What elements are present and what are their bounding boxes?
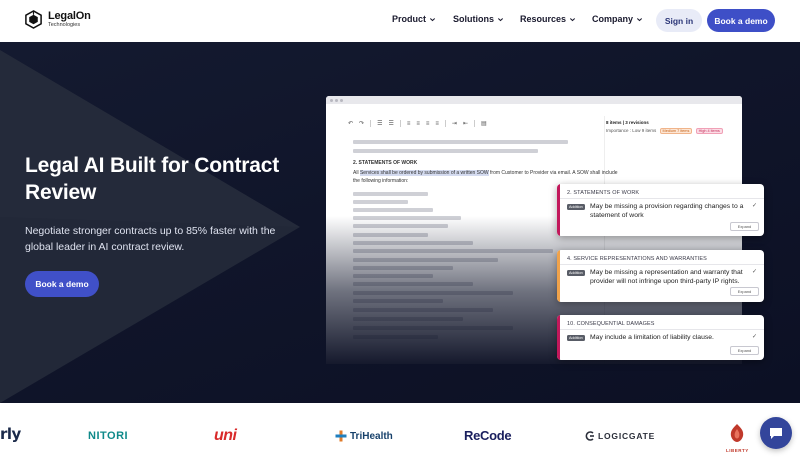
hero-title: Legal AI Built for Contract Review — [25, 154, 279, 204]
nav-company[interactable]: Company — [592, 14, 643, 24]
logo-liberty: LIBERTY — [726, 423, 749, 453]
logo-name: LegalOn — [48, 9, 91, 22]
logo-logicgate: LOGICGATE — [585, 431, 655, 441]
window-dot — [340, 98, 343, 102]
addition-badge: Addition — [567, 204, 585, 210]
window-dot — [330, 98, 333, 102]
nav-solutions[interactable]: Solutions — [453, 14, 504, 24]
logo-uni: uni — [214, 427, 237, 444]
justify-icon: ≡ — [435, 120, 439, 127]
align-right-icon: ≡ — [425, 120, 430, 127]
undo-icon: ↶ — [348, 121, 354, 127]
comment-icon: ▤ — [480, 121, 487, 127]
mock-window-bar — [326, 96, 742, 104]
logicgate-mark-icon — [585, 431, 594, 441]
nav-product-label: Product — [392, 14, 427, 24]
site-header: LegalOn Technologies Product Solutions R… — [0, 0, 800, 42]
doc-paragraph: All Services shall be ordered by submiss… — [353, 170, 618, 184]
nav-resources-label: Resources — [520, 14, 567, 24]
liberty-torch-icon — [731, 424, 744, 442]
bullet-list-icon: ☰ — [377, 121, 383, 127]
align-left-icon: ≡ — [406, 120, 411, 127]
logo-rly: rly — [0, 425, 21, 443]
addition-badge: Addition — [567, 335, 585, 341]
card-title: 10. CONSEQUENTIAL DAMAGES — [567, 321, 655, 327]
panel-filter: Importance : Low 9 items — [606, 128, 657, 133]
doc-placeholder-line — [353, 149, 538, 153]
card-text: May be missing a representation and warr… — [590, 269, 743, 285]
addition-badge: Addition — [567, 270, 585, 276]
doc-highlight: Services shall be ordered by submission … — [359, 170, 489, 176]
card-text: May include a limitation of liability cl… — [590, 334, 714, 341]
trihealth-mark-icon — [335, 430, 347, 442]
doc-placeholder-line — [353, 200, 408, 204]
doc-placeholder-line — [353, 140, 568, 144]
card-accent — [557, 315, 560, 360]
check-icon[interactable]: ✓ — [752, 333, 757, 340]
editor-toolbar: ↶ ↷ ☰ ☰ ≡ ≡ ≡ ≡ ⇥ ⇤ ▤ — [348, 120, 487, 127]
doc-placeholder-line — [353, 208, 433, 212]
review-panel-header: 8 items | 3 revisions Importance : Low 9… — [606, 120, 723, 134]
chevron-down-icon — [636, 17, 643, 21]
chevron-down-icon — [569, 17, 576, 21]
tag-medium: Medium 7 items — [659, 128, 693, 134]
nav-product[interactable]: Product — [392, 14, 436, 24]
doc-heading: 2. STATEMENTS OF WORK — [353, 160, 418, 166]
nav-solutions-label: Solutions — [453, 14, 494, 24]
logo-recode: ReCode — [464, 428, 512, 443]
nav-company-label: Company — [592, 14, 634, 24]
nav-resources[interactable]: Resources — [520, 14, 576, 24]
logo-subtitle: Technologies — [48, 21, 81, 28]
check-icon[interactable]: ✓ — [752, 268, 757, 275]
card-accent — [557, 184, 560, 236]
expand-button[interactable]: Expand — [730, 346, 759, 355]
logo-trihealth: TriHealth — [335, 430, 393, 442]
hero-subtitle: Negotiate stronger contracts up to 85% f… — [25, 225, 276, 253]
expand-button[interactable]: Expand — [730, 222, 759, 231]
card-text: May be missing a provision regarding cha… — [590, 203, 744, 219]
book-demo-button-header[interactable]: Book a demo — [707, 9, 775, 32]
card-accent — [557, 250, 560, 302]
chat-bubble-icon — [770, 428, 782, 439]
legalon-logo-icon — [25, 10, 42, 29]
customer-logos: rly NITORI uni TriHealth ReCode LOGICGAT… — [0, 403, 800, 458]
panel-counts: 8 items | 3 revisions — [606, 120, 649, 125]
chevron-down-icon — [497, 17, 504, 21]
logo-nitori: NITORI — [88, 430, 129, 442]
chat-widget-button[interactable] — [760, 417, 792, 449]
check-icon[interactable]: ✓ — [752, 202, 757, 209]
doc-placeholder-line — [353, 192, 428, 196]
align-center-icon: ≡ — [416, 120, 420, 127]
chevron-down-icon — [429, 17, 436, 21]
book-demo-button-hero[interactable]: Book a demo — [25, 271, 99, 297]
card-title: 4. SERVICE REPRESENTATIONS AND WARRANTIE… — [567, 256, 707, 262]
legalon-logo[interactable]: LegalOn Technologies — [24, 10, 91, 29]
indent-icon: ⇥ — [451, 121, 457, 127]
expand-button[interactable]: Expand — [730, 287, 759, 296]
outdent-icon: ⇤ — [462, 121, 468, 127]
numbered-list-icon: ☰ — [388, 121, 394, 127]
window-dot — [335, 98, 338, 102]
tag-high: High 4 items — [695, 128, 723, 134]
redo-icon: ↷ — [359, 121, 365, 127]
sign-in-button[interactable]: Sign in — [656, 9, 702, 32]
card-title: 2. STATEMENTS OF WORK — [567, 190, 640, 196]
